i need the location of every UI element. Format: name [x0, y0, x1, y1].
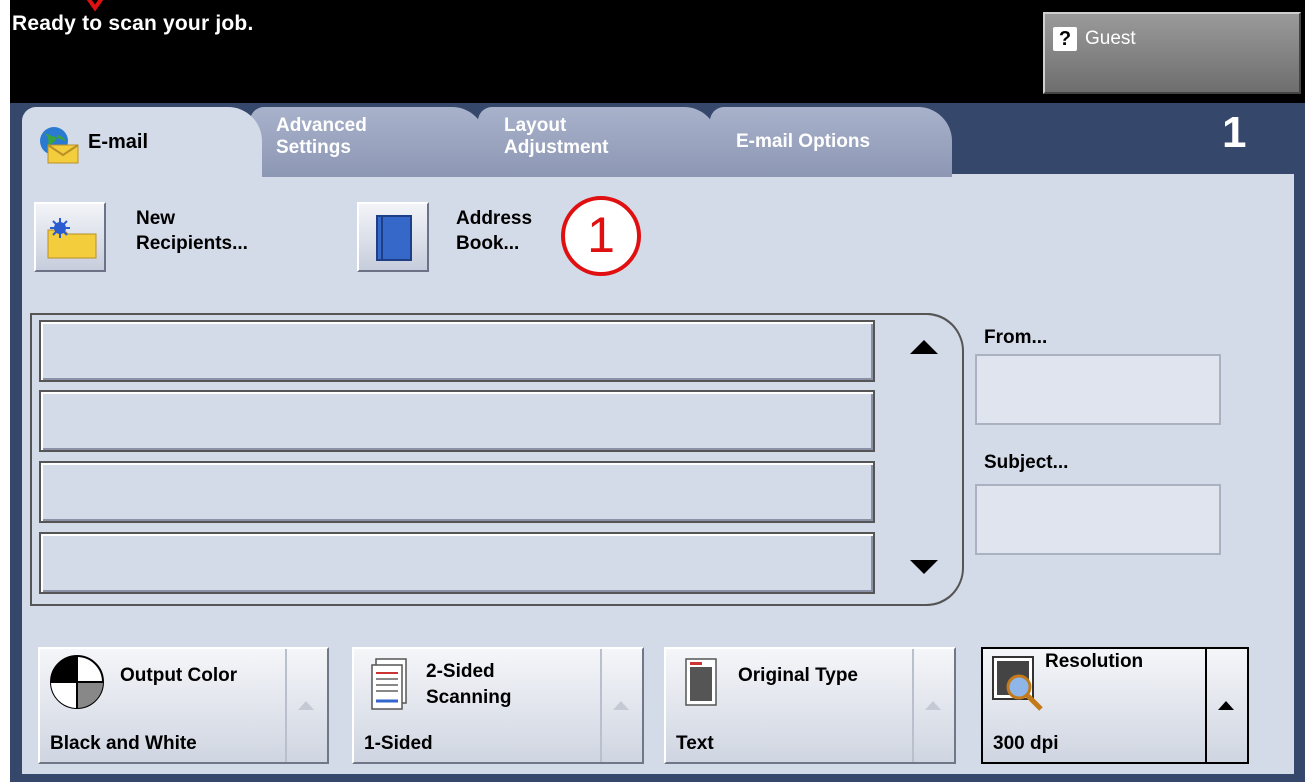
callout-number: 1 — [561, 196, 641, 276]
new-recipients-line1: New — [136, 208, 176, 229]
copy-count: 1 — [1222, 108, 1247, 157]
arrow-up-icon — [298, 701, 314, 710]
output-color-icon — [50, 655, 104, 709]
address-book-line2: Book... — [456, 233, 520, 254]
output-color-title: Output Color — [120, 665, 238, 686]
arrow-up-icon — [1218, 701, 1234, 710]
two-sided-value: 1-Sided — [364, 733, 433, 754]
help-icon: ? — [1053, 27, 1077, 51]
recipient-row[interactable] — [39, 532, 875, 594]
tab-label-line1: E-mail Options — [736, 131, 871, 152]
tab-advanced-settings[interactable]: Advanced Settings — [250, 107, 486, 177]
subject-field[interactable] — [975, 484, 1221, 555]
scroll-up-button[interactable] — [890, 318, 960, 388]
tab-email[interactable]: E-mail — [22, 107, 262, 179]
resolution-title: Resolution — [1045, 651, 1144, 672]
user-label: Guest — [1085, 28, 1136, 49]
recipient-row[interactable] — [39, 390, 875, 452]
original-type-title: Original Type — [738, 665, 859, 686]
tab-label-line2: Adjustment — [504, 137, 609, 158]
tab-label-line1: Advanced — [276, 115, 367, 136]
output-color-value: Black and White — [50, 733, 197, 754]
two-sided-title: 2-Sided Scanning — [426, 659, 512, 711]
address-book-icon — [376, 215, 412, 261]
guest-button[interactable]: ? Guest — [1043, 12, 1301, 94]
two-sided-title-line2: Scanning — [426, 687, 512, 708]
two-sided-arrow[interactable] — [600, 649, 642, 762]
original-type-button[interactable]: Original Type Text — [664, 647, 956, 764]
resolution-value: 300 dpi — [993, 733, 1059, 754]
subject-label[interactable]: Subject... — [984, 452, 1068, 474]
arrow-down-icon — [910, 560, 938, 574]
tab-email-options[interactable]: E-mail Options — [710, 107, 952, 177]
from-field[interactable] — [975, 354, 1221, 425]
address-book-line1: Address — [456, 208, 533, 229]
output-color-arrow[interactable] — [285, 649, 327, 762]
recipient-row[interactable] — [39, 461, 875, 523]
two-sided-title-line1: 2-Sided — [426, 661, 495, 682]
recipient-row[interactable] — [39, 320, 875, 382]
tab-email-label: E-mail — [88, 131, 149, 153]
arrow-up-icon — [925, 701, 941, 710]
tab-label-line2: Settings — [276, 137, 351, 158]
new-recipients-button[interactable] — [34, 202, 106, 272]
email-globe-icon — [40, 127, 79, 164]
scan-email-screen: Ready to scan your job. ? Guest E-mail A… — [0, 0, 1305, 782]
resolution-button[interactable]: Resolution 300 dpi — [981, 647, 1249, 764]
tab-label-line1: Layout — [504, 115, 567, 136]
output-color-button[interactable]: Output Color Black and White — [38, 647, 329, 764]
two-sided-scanning-button[interactable]: 2-Sided Scanning 1-Sided — [352, 647, 644, 764]
new-recipients-label: New Recipients... — [136, 206, 248, 256]
resolution-magnifier-icon — [992, 656, 1043, 711]
tab-layout-adjustment[interactable]: Layout Adjustment — [478, 107, 718, 177]
two-sided-icon — [371, 658, 407, 710]
address-book-label: Address Book... — [456, 206, 532, 256]
original-type-arrow[interactable] — [912, 649, 954, 762]
pointer-arrow-icon — [86, 0, 104, 12]
address-book-button[interactable] — [357, 202, 429, 272]
scroll-down-button[interactable] — [890, 532, 960, 602]
arrow-up-icon — [613, 701, 629, 710]
status-bar: Ready to scan your job. ? Guest — [10, 0, 1305, 103]
resolution-arrow[interactable] — [1205, 649, 1247, 762]
status-message: Ready to scan your job. — [12, 12, 254, 35]
new-folder-icon — [47, 218, 97, 259]
original-type-value: Text — [676, 733, 714, 754]
arrow-up-icon — [910, 340, 938, 354]
original-type-icon — [685, 658, 717, 706]
new-recipients-line2: Recipients... — [136, 233, 248, 254]
from-label[interactable]: From... — [984, 327, 1047, 349]
